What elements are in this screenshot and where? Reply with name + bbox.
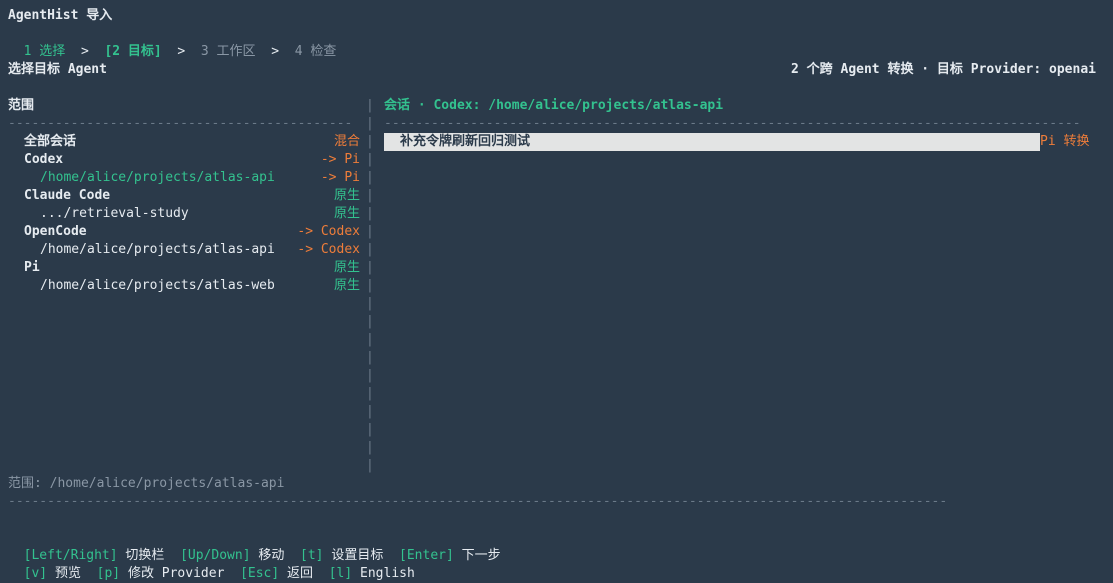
scope-pane-title: 范围: [8, 98, 35, 113]
divider-segment: |: [366, 260, 374, 275]
scope-pane-separator: ----------------------------------------…: [8, 116, 353, 131]
divider-segment: |: [366, 206, 374, 221]
session-pane-separator: ----------------------------------------…: [384, 116, 1081, 131]
keybinding-help-row-2: [v] 预览 [p] 修改 Provider [Esc] 返回 [l] Engl…: [8, 547, 415, 581]
footer-separator: ----------------------------------------…: [8, 494, 948, 509]
key-v[interactable]: [v]: [24, 566, 47, 581]
scope-item-tag: 原生: [333, 206, 360, 221]
scope-item-label: OpenCode: [24, 224, 87, 239]
conversion-summary: 2 个跨 Agent 转换 · 目标 Provider: openai: [791, 62, 1096, 77]
divider-segment: |: [366, 170, 374, 185]
scope-item[interactable]: Claude Code 原生: [8, 187, 360, 205]
hint-language: English: [360, 566, 415, 581]
scope-item[interactable]: Pi 原生: [8, 259, 360, 277]
divider-segment: |: [366, 422, 374, 437]
scope-item[interactable]: Codex -> Pi: [8, 151, 360, 169]
divider-segment: |: [366, 350, 374, 365]
divider-segment: |: [366, 458, 374, 473]
scope-item-label: .../retrieval-study: [40, 206, 189, 221]
section-heading: 选择目标 Agent: [8, 62, 107, 77]
step-target[interactable]: [2 目标]: [104, 43, 161, 61]
session-item-selected[interactable]: 补充令牌刷新回归测试: [384, 133, 1040, 151]
session-item-tag: Pi 转换: [1040, 134, 1090, 149]
key-esc[interactable]: [Esc]: [240, 566, 279, 581]
divider-segment: |: [366, 98, 374, 113]
scope-item[interactable]: OpenCode -> Codex: [8, 223, 360, 241]
scope-item-label: Pi: [24, 260, 40, 275]
scope-item[interactable]: /home/alice/projects/atlas-web 原生: [8, 277, 360, 295]
hint-change-provider: 修改 Provider: [127, 566, 225, 581]
scope-item-label: Claude Code: [24, 188, 111, 203]
divider-segment: |: [366, 404, 374, 419]
scope-item-label: 全部会话: [24, 134, 77, 149]
scope-item-label: Codex: [24, 152, 64, 167]
step-workspace[interactable]: 3 工作区: [201, 43, 256, 61]
scope-item[interactable]: /home/alice/projects/atlas-api -> Codex: [8, 241, 360, 259]
divider-segment: |: [366, 188, 374, 203]
scope-item-tag: 原生: [333, 260, 360, 275]
scope-item-tag: -> Pi: [320, 170, 360, 185]
key-l[interactable]: [l]: [329, 566, 352, 581]
divider-segment: |: [366, 296, 374, 311]
keybinding-help-row-1: [Left/Right] 切换栏 [Up/Down] 移动 [t] 设置目标 […: [8, 529, 501, 563]
wizard-stepper: 1 选择 > [2 目标] > 3 工作区 > 4 检查: [8, 25, 337, 59]
session-pane-title: 会话 · Codex: /home/alice/projects/atlas-a…: [384, 98, 724, 113]
divider-segment: |: [366, 134, 374, 149]
scope-item-tag: -> Codex: [297, 224, 360, 239]
divider-segment: |: [366, 242, 374, 257]
scope-item-label: /home/alice/projects/atlas-api: [40, 170, 275, 185]
step-separator: >: [80, 44, 89, 59]
key-p[interactable]: [p]: [97, 566, 120, 581]
divider-segment: |: [366, 386, 374, 401]
scope-item[interactable]: .../retrieval-study 原生: [8, 205, 360, 223]
app-title: AgentHist 导入: [8, 8, 113, 23]
hint-preview: 预览: [54, 566, 81, 581]
scope-item-tag: 混合: [333, 134, 360, 149]
pane-divider: | | | | | | | | | | | | | | | | | | | | |: [366, 97, 376, 475]
divider-segment: |: [366, 368, 374, 383]
scope-item-label: /home/alice/projects/atlas-web: [40, 278, 275, 293]
scope-item-tag: 原生: [333, 188, 360, 203]
scope-item-tag: -> Pi: [320, 152, 360, 167]
divider-segment: |: [366, 314, 374, 329]
scope-item-label: /home/alice/projects/atlas-api: [40, 242, 275, 257]
divider-segment: |: [366, 440, 374, 455]
scope-item-tag: 原生: [333, 278, 360, 293]
divider-segment: |: [366, 152, 374, 167]
scope-item[interactable]: 全部会话 混合: [8, 133, 360, 151]
step-separator: >: [271, 44, 280, 59]
step-review[interactable]: 4 检查: [295, 43, 337, 61]
divider-segment: |: [366, 332, 374, 347]
divider-segment: |: [366, 116, 374, 131]
hint-next-step: 下一步: [461, 548, 501, 563]
hint-back: 返回: [287, 566, 314, 581]
divider-segment: |: [366, 278, 374, 293]
current-scope-status: 范围: /home/alice/projects/atlas-api: [8, 476, 285, 491]
scope-item[interactable]: /home/alice/projects/atlas-api -> Pi: [8, 169, 360, 187]
session-item-label: 补充令牌刷新回归测试: [400, 134, 531, 149]
scope-item-tag: -> Codex: [297, 242, 360, 257]
step-select[interactable]: 1 选择: [24, 43, 66, 61]
divider-segment: |: [366, 224, 374, 239]
